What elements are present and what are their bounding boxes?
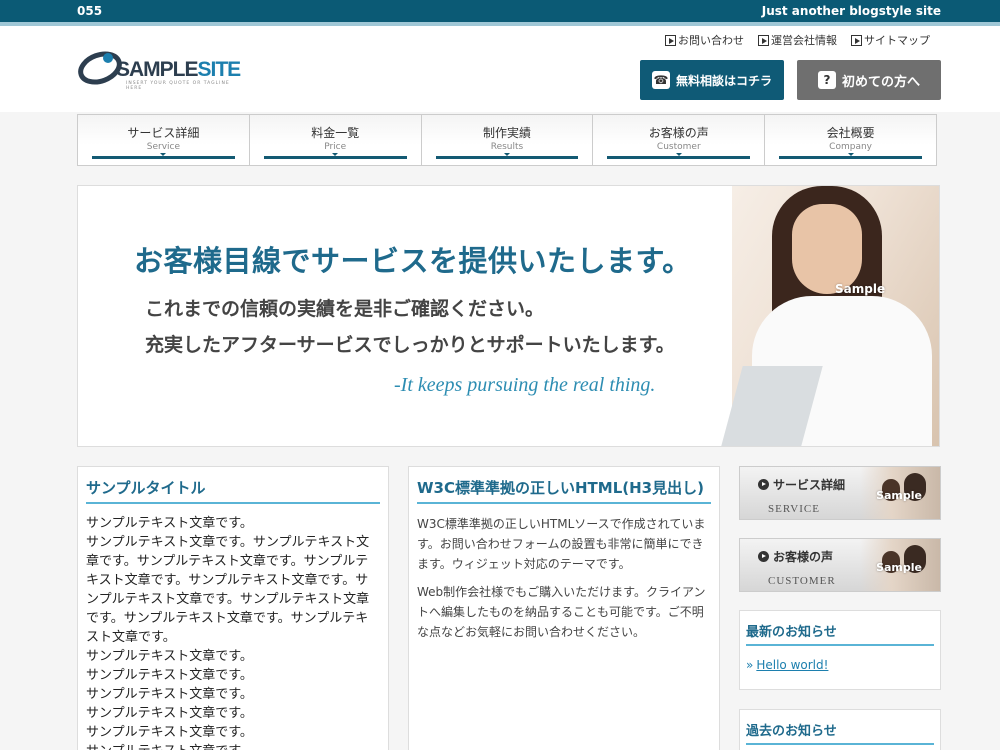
top-strip-number: 055 [77,4,103,18]
hero-line-1: これまでの信頼の実績を是非ご確認ください。 [145,298,545,320]
site-logo[interactable]: SAMPLESITE INSERT YOUR QUOTE OR TAGLINE … [78,46,248,91]
hero-english-tagline: -It keeps pursuing the real thing. [394,374,656,396]
column-2-title: W3C標準準拠の正しいHTML(H3見出し) [417,477,711,504]
column-2-paragraph-1: W3C標準準拠の正しいHTMLソースで作成されています。お問い合わせフォームの設… [417,517,706,571]
first-visit-button[interactable]: ? 初めての方へ [797,60,941,100]
column-1-body: サンプルテキスト文章です。 サンプルテキスト文章です。サンプルテキスト文章です。… [86,516,370,750]
nav-item-results[interactable]: 制作実績 Results [421,115,594,165]
site-tagline: Just another blogstyle site [761,4,941,18]
util-link-sitemap[interactable]: サイトマップ [851,32,930,48]
double-chevron-icon: » [746,658,754,672]
content-column-1: サンプルタイトル サンプルテキスト文章です。 サンプルテキスト文章です。サンプル… [77,466,389,750]
nav-item-price[interactable]: 料金一覧 Price [249,115,422,165]
sidebar-banner-customer[interactable]: Sample お客様の声 CUSTOMER [739,538,941,592]
past-news-box: 過去のお知らせ [739,709,941,750]
nav-item-service[interactable]: サービス詳細 Service [78,115,250,165]
hero-headline: お客様目線でサービスを提供いたします。 [134,244,692,278]
banner-photo: Sample [860,467,940,519]
column-1-title: サンプルタイトル [86,477,380,504]
column-2-body: W3C標準準拠の正しいHTMLソースで作成されています。お問い合わせフォームの設… [417,514,711,642]
news-link[interactable]: » Hello world! [746,658,940,672]
latest-news-box: 最新のお知らせ » Hello world! [739,610,941,690]
nav-item-company[interactable]: 会社概要 Company [765,115,936,165]
play-icon [665,34,676,46]
hero-banner: お客様目線でサービスを提供いたします。 これまでの信頼の実績を是非ご確認ください… [77,185,940,447]
circle-arrow-icon [758,479,769,490]
free-consult-button[interactable]: ☎ 無料相談はコチラ [640,60,784,100]
phone-icon: ☎ [651,71,670,89]
util-link-company[interactable]: 運営会社情報 [758,32,837,48]
banner-photo: Sample [860,539,940,591]
play-icon [851,34,862,46]
question-icon: ? [817,71,836,89]
top-strip: 055 Just another blogstyle site [0,0,1000,22]
circle-arrow-icon [758,551,769,562]
nav-item-customer[interactable]: お客様の声 Customer [593,115,766,165]
hero-sample-watermark: Sample [835,282,886,296]
global-nav: サービス詳細 Service 料金一覧 Price 制作実績 Results お客様の… [77,114,937,166]
utility-links: お問い合わせ 運営会社情報 サイトマップ [665,32,930,48]
util-link-contact[interactable]: お問い合わせ [665,32,744,48]
past-news-title: 過去のお知らせ [746,720,934,745]
content-column-2: W3C標準準拠の正しいHTML(H3見出し) W3C標準準拠の正しいHTMLソー… [408,466,720,750]
column-2-paragraph-2: Web制作会社様でもご購入いただけます。クライアントへ編集したものを納品すること… [417,585,706,639]
site-header: お問い合わせ 運営会社情報 サイトマップ SAMPLESITE INSERT Y… [0,26,1000,112]
latest-news-title: 最新のお知らせ [746,621,934,646]
play-icon [758,34,769,46]
hero-photo: Sample [721,186,939,446]
sidebar-banner-service[interactable]: Sample サービス詳細 SERVICE [739,466,941,520]
hero-line-2: 充実したアフターサービスでしっかりとサポートいたします。 [145,334,675,356]
logo-tagline: INSERT YOUR QUOTE OR TAGLINE HERE [126,81,230,91]
logo-text: SAMPLESITE [116,58,241,81]
